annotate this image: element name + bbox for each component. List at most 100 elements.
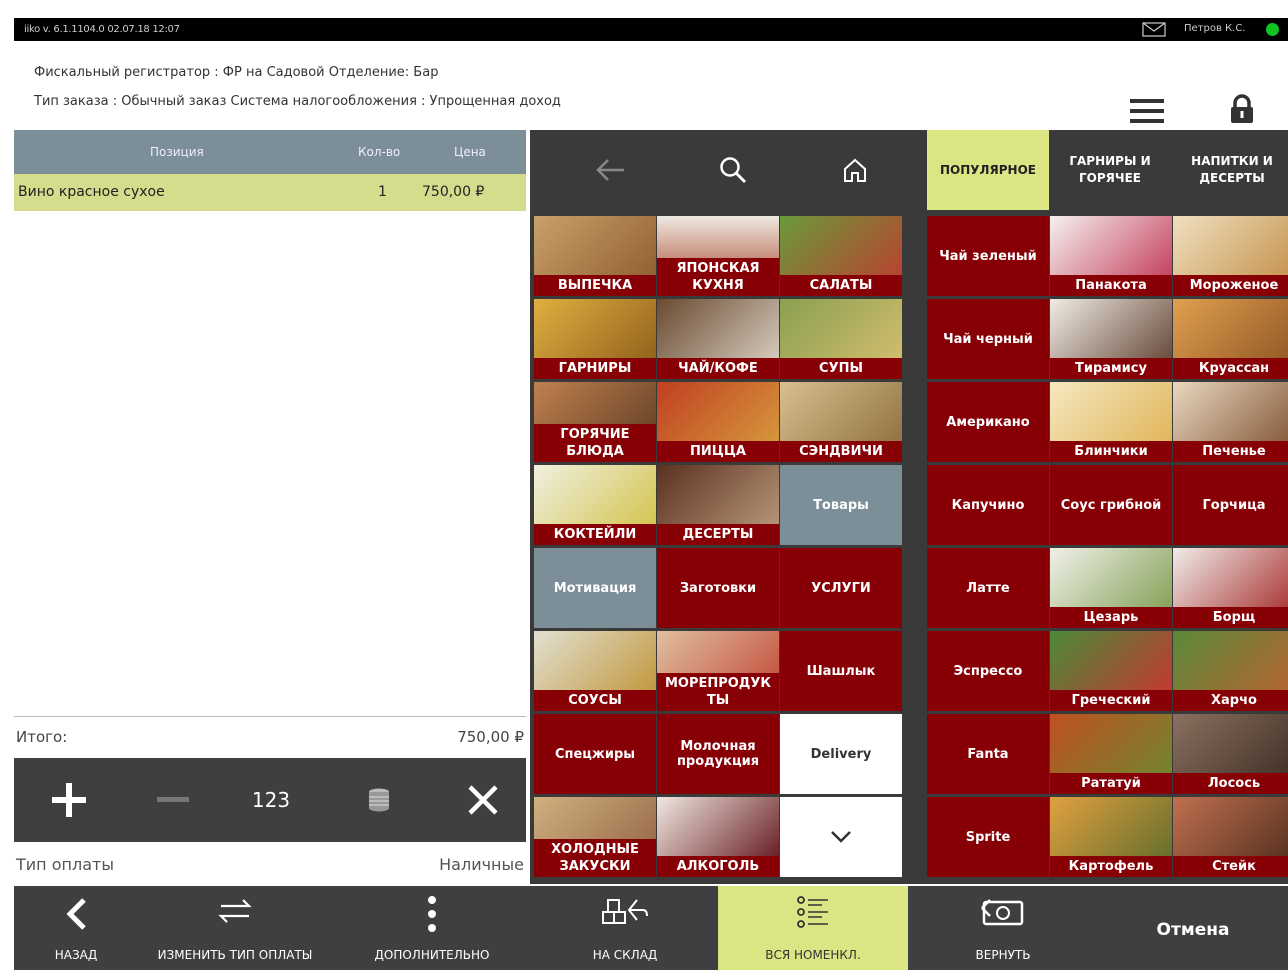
cancel-button-label: Отмена [1156,920,1230,940]
order-panel: Позиция Кол-во Цена Вино красное сухое 1… [14,130,526,716]
pos-window: iiko v. 6.1.1104.0 02.07.18 12:07 Петров… [14,18,1288,970]
menu-grid: ПОПУЛЯРНОЕ ГАРНИРЫ И ГОРЯЧЕЕ НАПИТКИ И Д… [530,130,1288,884]
product-tile[interactable]: Американо [927,382,1049,462]
menu-icon[interactable] [1130,99,1164,123]
minus-button[interactable] [138,758,208,842]
payment-label: Тип оплаты [16,855,114,874]
col-price: Цена [454,145,486,159]
tab-drinks-desserts[interactable]: НАПИТКИ И ДЕСЕРТЫ [1171,130,1288,210]
version-text: iiko v. 6.1.1104.0 02.07.18 12:07 [24,24,180,35]
order-table-header: Позиция Кол-во Цена [14,130,526,174]
back-button[interactable]: НАЗАД [14,886,138,970]
more-vertical-icon [428,896,436,932]
more-button[interactable]: ДОПОЛНИТЕЛЬНО [332,886,532,970]
chevron-down-icon [831,831,851,843]
order-type-info: Тип заказа : Обычный заказ Система налог… [34,94,561,109]
product-tile[interactable]: Тирамису [1050,299,1172,379]
order-row[interactable]: Вино красное сухое 1 750,00 ₽ [14,174,526,211]
product-tile[interactable]: Соус грибной [1050,465,1172,545]
warehouse-icon [602,899,648,924]
product-tile[interactable]: Горчица [1173,465,1288,545]
category-tile[interactable]: УСЛУГИ [780,548,902,628]
money-return-icon [981,899,1024,926]
category-tile[interactable]: Молочная продукция [657,714,779,794]
category-tile[interactable]: АЛКОГОЛЬ [657,797,779,877]
category-tile[interactable]: СОУСЫ [534,631,656,711]
online-status-icon [1266,23,1279,36]
home-button[interactable] [794,130,916,210]
product-tile[interactable]: Блинчики [1050,382,1172,462]
category-tile[interactable]: СЭНДВИЧИ [780,382,902,462]
product-tile[interactable]: Латте [927,548,1049,628]
product-tile[interactable]: Стейк [1173,797,1288,877]
product-tile[interactable]: Круассан [1173,299,1288,379]
category-tile[interactable]: МОРЕПРОДУК ТЫ [657,631,779,711]
arrow-left-icon [596,159,624,181]
product-tile[interactable]: Чай зеленый [927,216,1049,296]
to-warehouse-button[interactable]: НА СКЛАД [532,886,718,970]
product-tile[interactable]: Картофель [1050,797,1172,877]
tab-sides-hot[interactable]: ГАРНИРЫ И ГОРЯЧЕЕ [1049,130,1171,210]
product-tile[interactable]: Эспрессо [927,631,1049,711]
product-tile[interactable]: Цезарь [1050,548,1172,628]
product-tile[interactable]: Панакота [1050,216,1172,296]
payment-row[interactable]: Тип оплаты Наличные [14,842,526,884]
mail-icon[interactable] [1142,22,1166,37]
category-tile[interactable]: Delivery [780,714,902,794]
category-tile[interactable]: ЧАЙ/КОФЕ [657,299,779,379]
product-tile[interactable]: Греческий [1050,631,1172,711]
category-tile[interactable]: Заготовки [657,548,779,628]
product-tile[interactable]: Капучино [927,465,1049,545]
list-icon [797,896,828,928]
minus-icon [157,797,189,802]
product-tile[interactable]: Sprite [927,797,1049,877]
category-tile[interactable]: ДЕСЕРТЫ [657,465,779,545]
search-button[interactable] [672,130,794,210]
col-qty: Кол-во [358,145,401,159]
category-tile[interactable]: Мотивация [534,548,656,628]
back-arrow-button[interactable] [550,130,672,210]
category-tile[interactable]: ЯПОНСКАЯ КУХНЯ [657,216,779,296]
search-icon [720,157,746,183]
product-tile[interactable]: Рататуй [1050,714,1172,794]
change-payment-type-button[interactable]: ИЗМЕНИТЬ ТИП ОПЛАТЫ [138,886,332,970]
total-row: Итого: 750,00 ₽ [14,716,526,756]
fiscal-info: Фискальный регистратор : ФР на Садовой О… [34,65,439,80]
product-tile[interactable]: Харчо [1173,631,1288,711]
plus-icon [52,783,86,817]
product-tile[interactable]: Лосось [1173,714,1288,794]
order-row-price: 750,00 ₽ [422,184,485,200]
product-tile[interactable]: Чай черный [927,299,1049,379]
numpad-button[interactable]: 123 [236,758,306,842]
user-name: Петров К.С. [1184,23,1246,34]
category-tile[interactable]: Спецжиры [534,714,656,794]
product-tile[interactable]: Мороженое [1173,216,1288,296]
category-tile[interactable]: ПИЦЦА [657,382,779,462]
tab-popular[interactable]: ПОПУЛЯРНОЕ [927,130,1049,210]
product-tile[interactable]: Fanta [927,714,1049,794]
product-tile[interactable]: Борщ [1173,548,1288,628]
category-tile[interactable]: ГАРНИРЫ [534,299,656,379]
coins-button[interactable] [344,758,414,842]
category-tile[interactable]: ГОРЯЧИЕ БЛЮДА [534,382,656,462]
scroll-down-button[interactable] [780,797,902,877]
cancel-button[interactable]: Отмена [1098,886,1288,970]
payment-value: Наличные [439,855,524,874]
product-tile[interactable]: Печенье [1173,382,1288,462]
category-tile[interactable]: КОКТЕЙЛИ [534,465,656,545]
plus-button[interactable] [34,758,104,842]
category-tile[interactable]: САЛАТЫ [780,216,902,296]
category-tile[interactable]: ХОЛОДНЫЕ ЗАКУСКИ [534,797,656,877]
coins-icon [369,788,389,812]
category-tile[interactable]: Товары [780,465,902,545]
category-tile[interactable]: Шашлык [780,631,902,711]
return-button[interactable]: ВЕРНУТЬ [908,886,1098,970]
lock-icon[interactable] [1229,94,1255,124]
quantity-toolbar: 123 [14,758,526,842]
delete-button[interactable] [448,758,518,842]
close-icon [468,785,498,815]
category-tile[interactable]: СУПЫ [780,299,902,379]
change-payment-type-label: ИЗМЕНИТЬ ТИП ОПЛАТЫ [157,948,313,962]
category-tile[interactable]: ВЫПЕЧКА [534,216,656,296]
all-nomenclature-button[interactable]: ВСЯ НОМЕНКЛ. [718,886,908,970]
